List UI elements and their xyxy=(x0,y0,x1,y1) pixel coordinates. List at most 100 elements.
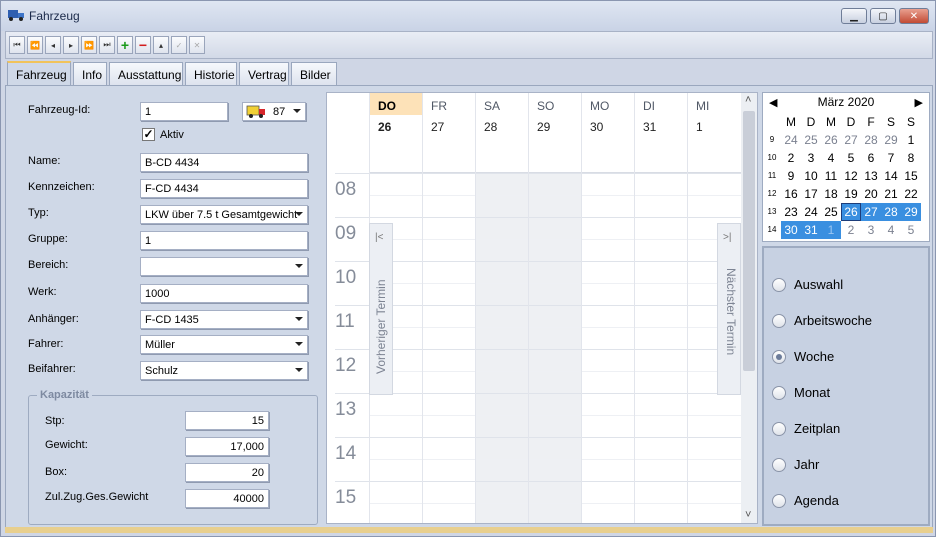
calendar-scrollbar[interactable]: ˄ ˅ xyxy=(741,93,757,523)
day-cell[interactable]: 6 xyxy=(861,149,881,167)
aktiv-checkbox[interactable]: ✓ xyxy=(142,128,155,141)
next-icon[interactable]: ▸ xyxy=(63,36,79,54)
prev-month-icon[interactable]: ◀ xyxy=(769,96,777,109)
day-cell[interactable]: 21 xyxy=(881,185,901,203)
maximize-button[interactable]: ▢ xyxy=(870,8,896,24)
box-field[interactable]: 20 xyxy=(185,463,269,482)
kennzeichen-field[interactable]: F-CD 4434 xyxy=(140,179,308,198)
day-cell[interactable]: 17 xyxy=(801,185,821,203)
werk-field[interactable]: 1000 xyxy=(140,284,308,303)
day-cell[interactable]: 15 xyxy=(901,167,921,185)
radio-monat[interactable] xyxy=(772,386,786,400)
day-cell[interactable]: 12 xyxy=(841,167,861,185)
tab-vertrag[interactable]: Vertrag xyxy=(239,62,289,85)
zul-field[interactable]: 40000 xyxy=(185,489,269,508)
day-cell[interactable]: 5 xyxy=(901,221,921,239)
name-field[interactable]: B-CD 4434 xyxy=(140,153,308,172)
day-column-mi[interactable]: MI 1 xyxy=(687,93,741,523)
day-cell[interactable]: 22 xyxy=(901,185,921,203)
tab-bilder[interactable]: Bilder xyxy=(291,62,337,85)
day-cell[interactable]: 27 xyxy=(861,203,881,221)
radio-arbeitswoche-label[interactable]: Arbeitswoche xyxy=(794,313,872,328)
day-cell[interactable]: 31 xyxy=(801,221,821,239)
minimize-button[interactable]: ▁ xyxy=(841,8,867,24)
day-cell[interactable]: 18 xyxy=(821,185,841,203)
next-appointment-button[interactable]: >| Nächster Termin xyxy=(717,223,741,395)
radio-jahr[interactable] xyxy=(772,458,786,472)
day-column-so[interactable]: SO 29 xyxy=(528,93,582,523)
day-cell[interactable]: 25 xyxy=(801,131,821,149)
tab-fahrzeug[interactable]: Fahrzeug xyxy=(7,61,71,86)
radio-zeitplan[interactable] xyxy=(772,422,786,436)
tab-historie[interactable]: Historie xyxy=(185,62,237,85)
first-record-icon[interactable]: ⏮ xyxy=(9,36,25,54)
day-cell[interactable]: 3 xyxy=(861,221,881,239)
stp-field[interactable]: 15 xyxy=(185,411,269,430)
scroll-up-icon[interactable]: ˄ xyxy=(745,94,751,106)
day-cell[interactable]: 8 xyxy=(901,149,921,167)
bereich-combo[interactable] xyxy=(140,257,308,276)
day-cell[interactable]: 29 xyxy=(901,203,921,221)
day-column-di[interactable]: DI 31 xyxy=(634,93,688,523)
day-cell[interactable]: 10 xyxy=(801,167,821,185)
day-cell[interactable]: 5 xyxy=(841,149,861,167)
day-cell[interactable]: 4 xyxy=(821,149,841,167)
day-cell[interactable]: 1 xyxy=(821,221,841,239)
day-column-sa[interactable]: SA 28 xyxy=(475,93,529,523)
day-cell[interactable]: 13 xyxy=(861,167,881,185)
tab-info[interactable]: Info xyxy=(73,62,107,85)
day-column-fr[interactable]: FR 27 xyxy=(422,93,476,523)
radio-woche[interactable] xyxy=(772,350,786,364)
fast-forward-icon[interactable]: ⏩ xyxy=(81,36,97,54)
anhaenger-combo[interactable]: F-CD 1435 xyxy=(140,310,308,329)
up-icon[interactable]: ▴ xyxy=(153,36,169,54)
radio-agenda[interactable] xyxy=(772,494,786,508)
day-cell[interactable]: 20 xyxy=(861,185,881,203)
day-cell[interactable]: 7 xyxy=(881,149,901,167)
day-cell[interactable]: 23 xyxy=(781,203,801,221)
add-icon[interactable]: + xyxy=(117,36,133,54)
day-cell[interactable]: 28 xyxy=(861,131,881,149)
confirm-icon[interactable]: ✓ xyxy=(171,36,187,54)
day-cell[interactable]: 25 xyxy=(821,203,841,221)
fast-back-icon[interactable]: ⏪ xyxy=(27,36,43,54)
day-cell[interactable]: 28 xyxy=(881,203,901,221)
day-cell[interactable]: 19 xyxy=(841,185,861,203)
fahrer-combo[interactable]: Müller xyxy=(140,335,308,354)
close-button[interactable]: ✕ xyxy=(899,8,929,24)
last-record-icon[interactable]: ⏭ xyxy=(99,36,115,54)
next-month-icon[interactable]: ▶ xyxy=(915,96,923,109)
radio-zeitplan-label[interactable]: Zeitplan xyxy=(794,421,840,436)
scroll-down-icon[interactable]: ˅ xyxy=(745,509,751,521)
prev-icon[interactable]: ◂ xyxy=(45,36,61,54)
day-cell[interactable]: 29 xyxy=(881,131,901,149)
radio-woche-label[interactable]: Woche xyxy=(794,349,834,364)
day-cell[interactable]: 24 xyxy=(801,203,821,221)
day-cell[interactable]: 27 xyxy=(841,131,861,149)
typ-combo[interactable]: LKW über 7.5 t Gesamtgewicht xyxy=(140,205,308,224)
day-cell[interactable]: 24 xyxy=(781,131,801,149)
gruppe-field[interactable]: 1 xyxy=(140,231,308,250)
id-field[interactable]: 1 xyxy=(140,102,228,121)
radio-auswahl-label[interactable]: Auswahl xyxy=(794,277,843,292)
day-cell[interactable]: 2 xyxy=(781,149,801,167)
radio-arbeitswoche[interactable] xyxy=(772,314,786,328)
day-cell[interactable]: 14 xyxy=(881,167,901,185)
day-cell[interactable]: 1 xyxy=(901,131,921,149)
previous-appointment-button[interactable]: |< Vorheriger Termin xyxy=(369,223,393,395)
day-cell[interactable]: 16 xyxy=(781,185,801,203)
day-cell[interactable]: 9 xyxy=(781,167,801,185)
radio-agenda-label[interactable]: Agenda xyxy=(794,493,839,508)
day-cell[interactable]: 30 xyxy=(781,221,801,239)
day-cell[interactable]: 26 xyxy=(821,131,841,149)
day-cell[interactable]: 3 xyxy=(801,149,821,167)
month-calendar[interactable]: ◀ März 2020 ▶ M D M D F S S 9 24 25 26 27 28 29 1 10 2 3 4… xyxy=(762,92,930,242)
radio-auswahl[interactable] xyxy=(772,278,786,292)
day-cell[interactable]: 2 xyxy=(841,221,861,239)
day-column-mo[interactable]: MO 30 xyxy=(581,93,635,523)
day-cell[interactable]: 11 xyxy=(821,167,841,185)
cancel-icon[interactable]: ✕ xyxy=(189,36,205,54)
beifahrer-combo[interactable]: Schulz xyxy=(140,361,308,380)
day-cell[interactable]: 26 xyxy=(841,203,861,221)
delete-icon[interactable]: − xyxy=(135,36,151,54)
